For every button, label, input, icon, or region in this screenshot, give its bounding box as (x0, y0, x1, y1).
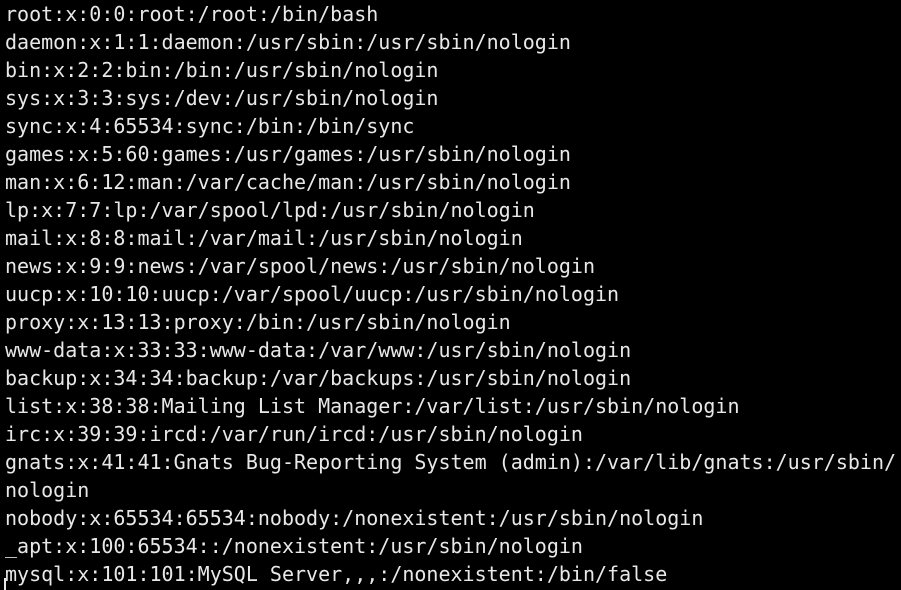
terminal-line: sys:x:3:3:sys:/dev:/usr/sbin/nologin (5, 86, 439, 110)
terminal-line: irc:x:39:39:ircd:/var/run/ircd:/usr/sbin… (5, 422, 583, 446)
text-cursor (4, 578, 6, 590)
terminal-line: man:x:6:12:man:/var/cache/man:/usr/sbin/… (5, 170, 571, 194)
terminal-line: bin:x:2:2:bin:/bin:/usr/sbin/nologin (5, 58, 439, 82)
terminal-line: news:x:9:9:news:/var/spool/news:/usr/sbi… (5, 254, 596, 278)
terminal-window[interactable]: root:x:0:0:root:/root:/bin/bash daemon:x… (0, 0, 901, 590)
terminal-line: mysql:x:101:101:MySQL Server,,,:/nonexis… (5, 562, 668, 586)
terminal-line: uucp:x:10:10:uucp:/var/spool/uucp:/usr/s… (5, 282, 620, 306)
terminal-line: games:x:5:60:games:/usr/games:/usr/sbin/… (5, 142, 571, 166)
terminal-line: _apt:x:100:65534::/nonexistent:/usr/sbin… (5, 534, 583, 558)
terminal-line: mail:x:8:8:mail:/var/mail:/usr/sbin/nolo… (5, 226, 523, 250)
terminal-line: nologin (5, 478, 90, 502)
terminal-line: lp:x:7:7:lp:/var/spool/lpd:/usr/sbin/nol… (5, 198, 535, 222)
terminal-line: www-data:x:33:33:www-data:/var/www:/usr/… (5, 338, 632, 362)
terminal-line: list:x:38:38:Mailing List Manager:/var/l… (5, 394, 740, 418)
terminal-line: proxy:x:13:13:proxy:/bin:/usr/sbin/nolog… (5, 310, 511, 334)
terminal-line: root:x:0:0:root:/root:/bin/bash (5, 2, 379, 26)
terminal-line: sync:x:4:65534:sync:/bin:/bin/sync (5, 114, 415, 138)
terminal-output: root:x:0:0:root:/root:/bin/bash daemon:x… (5, 0, 896, 588)
terminal-line: backup:x:34:34:backup:/var/backups:/usr/… (5, 366, 632, 390)
terminal-line: nobody:x:65534:65534:nobody:/nonexistent… (5, 506, 704, 530)
terminal-line: daemon:x:1:1:daemon:/usr/sbin:/usr/sbin/… (5, 30, 571, 54)
terminal-line: gnats:x:41:41:Gnats Bug-Reporting System… (5, 450, 897, 474)
